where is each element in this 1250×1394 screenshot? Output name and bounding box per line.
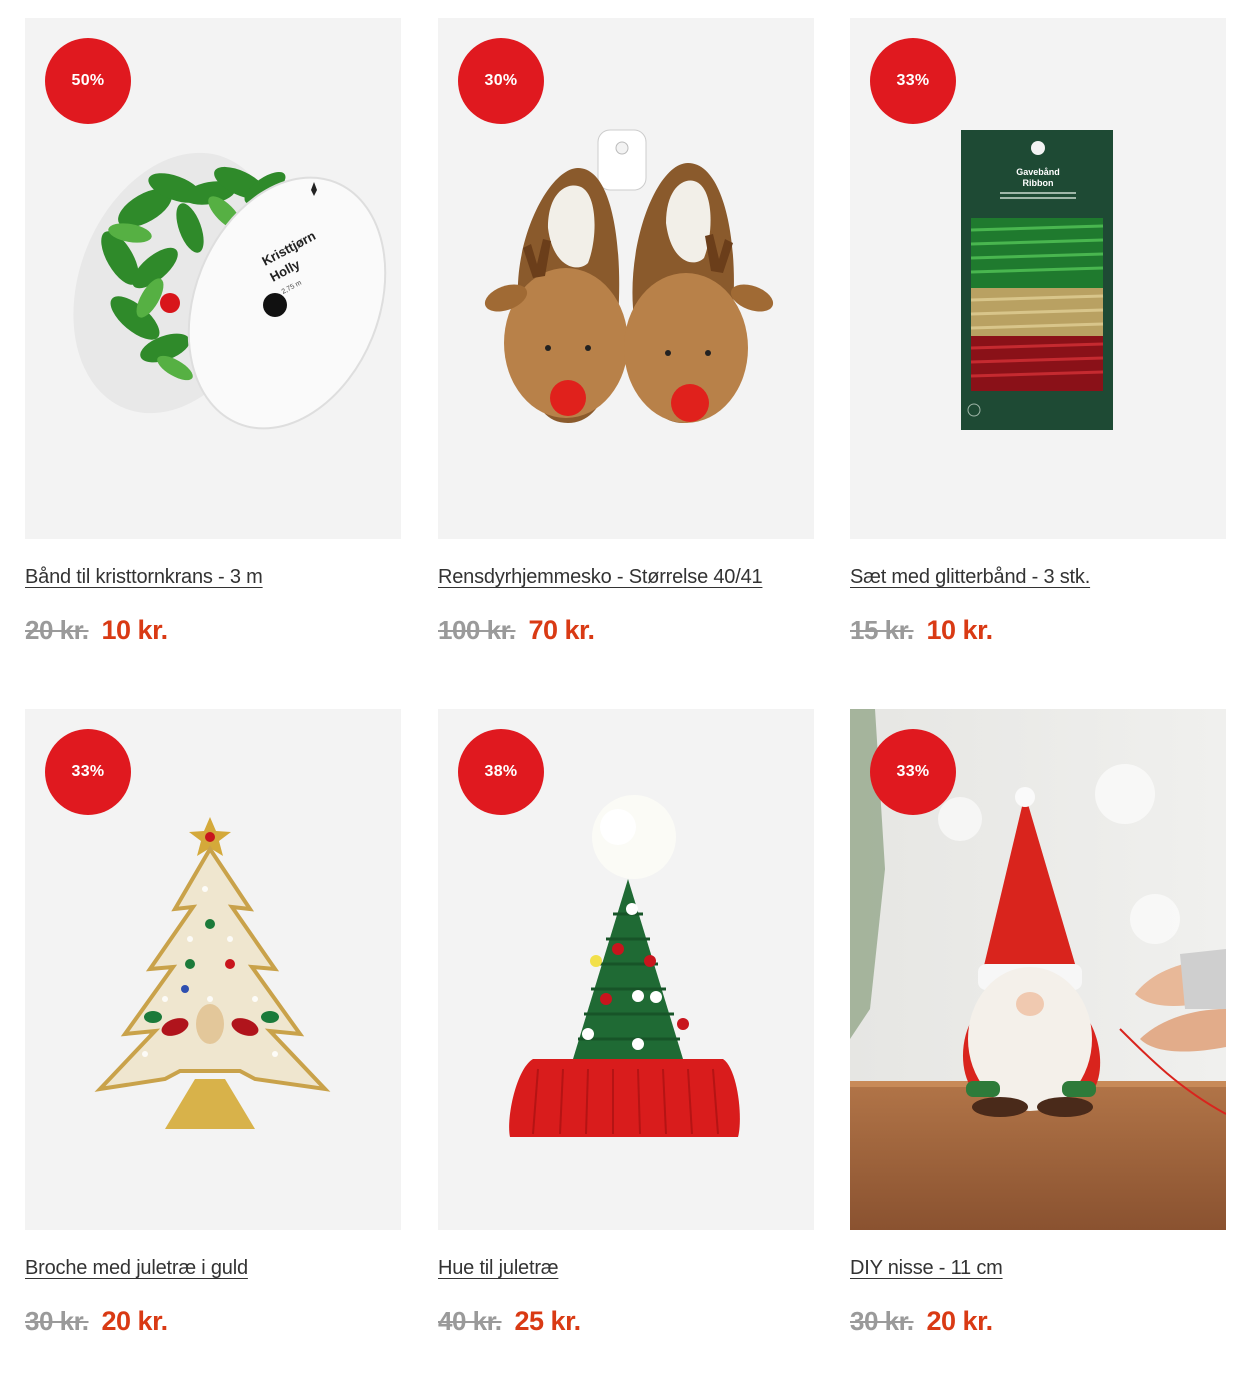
product-image-link[interactable]: 30% — [438, 18, 814, 539]
old-price: 20 kr. — [25, 615, 89, 645]
price-row: 40 kr. 25 kr. — [438, 1306, 581, 1337]
price-row: 30 kr. 20 kr. — [850, 1306, 993, 1337]
discount-badge: 33% — [870, 38, 956, 124]
product-image-link[interactable]: 33% — [850, 709, 1226, 1230]
product-image-link[interactable]: Kristtjørn Holly 2,75 m 50% — [25, 18, 401, 539]
sale-price: 20 kr. — [101, 1306, 169, 1336]
price-row: 30 kr. 20 kr. — [25, 1306, 168, 1337]
old-price: 30 kr. — [850, 1306, 914, 1336]
discount-badge: 38% — [458, 729, 544, 815]
product-title-link[interactable]: DIY nisse - 11 cm — [850, 1257, 1003, 1280]
old-price: 40 kr. — [438, 1306, 502, 1336]
package-label-2: Ribbon — [1023, 178, 1054, 188]
price-row: 15 kr. 10 kr. — [850, 615, 993, 646]
product-image-link[interactable]: 33% — [25, 709, 401, 1230]
product-title-link[interactable]: Bånd til kristtornkrans - 3 m — [25, 566, 263, 589]
package-label-1: Gavebånd — [1016, 167, 1060, 177]
discount-badge: 30% — [458, 38, 544, 124]
product-title-link[interactable]: Rensdyrhjemmesko - Størrelse 40/41 — [438, 566, 763, 589]
old-price: 15 kr. — [850, 615, 914, 645]
product-image-link[interactable]: 38% — [438, 709, 814, 1230]
product-image-link[interactable]: Gavebånd Ribbon 33% — [850, 18, 1226, 539]
price-row: 20 kr. 10 kr. — [25, 615, 168, 646]
discount-badge: 33% — [870, 729, 956, 815]
product-title-link[interactable]: Hue til juletræ — [438, 1257, 559, 1280]
discount-badge: 50% — [45, 38, 131, 124]
old-price: 100 kr. — [438, 615, 516, 645]
discount-badge: 33% — [45, 729, 131, 815]
sale-price: 10 kr. — [926, 615, 994, 645]
price-row: 100 kr. 70 kr. — [438, 615, 595, 646]
product-title-link[interactable]: Sæt med glitterbånd - 3 stk. — [850, 566, 1090, 589]
sale-price: 25 kr. — [514, 1306, 582, 1336]
sale-price: 70 kr. — [528, 615, 595, 645]
sale-price: 20 kr. — [926, 1306, 994, 1336]
sale-price: 10 kr. — [101, 615, 169, 645]
old-price: 30 kr. — [25, 1306, 89, 1336]
product-title-link[interactable]: Broche med juletræ i guld — [25, 1257, 248, 1280]
